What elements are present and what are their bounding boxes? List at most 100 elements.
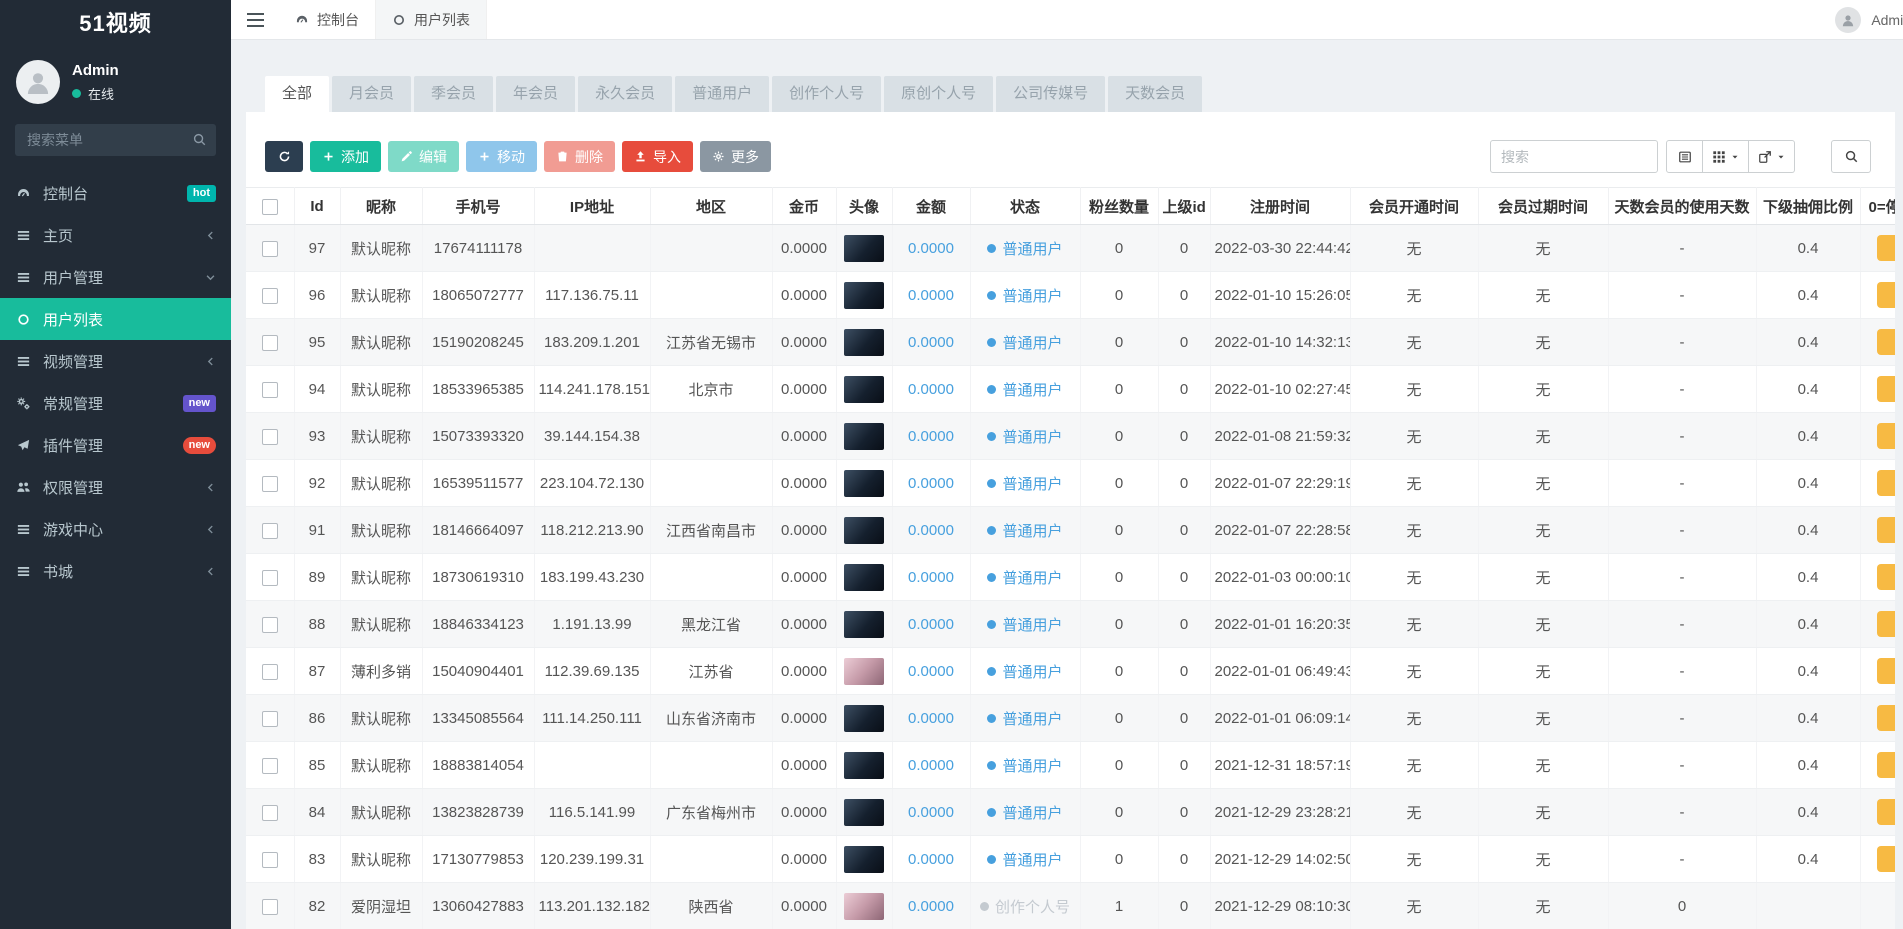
status-badge[interactable]: 普通用户	[987, 285, 1062, 306]
toggle-columns-button[interactable]	[1703, 140, 1749, 173]
row-checkbox[interactable]	[262, 382, 278, 398]
more-button[interactable]: 更多	[700, 141, 771, 172]
amount-link[interactable]: 0.0000	[908, 475, 954, 492]
amount-link[interactable]: 0.0000	[908, 757, 954, 774]
menu-search-input[interactable]	[15, 124, 216, 156]
tab-company-media[interactable]: 公司传媒号	[996, 76, 1105, 112]
amount-link[interactable]: 0.0000	[908, 287, 954, 304]
delete-button[interactable]: 删除	[544, 141, 615, 172]
sidebar-item-game-center[interactable]: 游戏中心	[0, 508, 231, 550]
tab-quarterly-member[interactable]: 季会员	[414, 76, 493, 112]
status-badge[interactable]: 普通用户	[987, 238, 1062, 259]
sidebar-item-general-management[interactable]: 常规管理 new	[0, 382, 231, 424]
row-checkbox[interactable]	[262, 335, 278, 351]
tab-original-personal[interactable]: 原创个人号	[884, 76, 993, 112]
status-badge[interactable]: 普通用户	[987, 755, 1062, 776]
row-checkbox[interactable]	[262, 664, 278, 680]
cell-reg_time: 2021-12-29 08:10:30	[1210, 883, 1350, 929]
row-checkbox[interactable]	[262, 617, 278, 633]
edit-button[interactable]: 编辑	[388, 141, 459, 172]
status-badge[interactable]: 普通用户	[987, 473, 1062, 494]
amount-link[interactable]: 0.0000	[908, 569, 954, 586]
row-checkbox[interactable]	[262, 711, 278, 727]
sidebar-item-video-management[interactable]: 视频管理	[0, 340, 231, 382]
amount-link[interactable]: 0.0000	[908, 428, 954, 445]
row-checkbox[interactable]	[262, 523, 278, 539]
amount-link[interactable]: 0.0000	[908, 851, 954, 868]
sidebar-item-home[interactable]: 主页	[0, 214, 231, 256]
status-badge[interactable]: 普通用户	[987, 661, 1062, 682]
status-badge[interactable]: 普通用户	[987, 849, 1062, 870]
tab-normal-user[interactable]: 普通用户	[675, 76, 769, 112]
row-checkbox[interactable]	[262, 241, 278, 257]
user-avatar-thumb	[844, 705, 884, 732]
row-flag-toggle[interactable]	[1877, 752, 1896, 778]
add-button[interactable]: 添加	[310, 141, 381, 172]
sidebar-item-dashboard[interactable]: 控制台 hot	[0, 172, 231, 214]
sidebar-item-user-list[interactable]: 用户列表	[0, 298, 231, 340]
col-reg_time: 注册时间	[1210, 188, 1350, 225]
toggle-detail-view-button[interactable]	[1666, 140, 1703, 173]
status-badge[interactable]: 普通用户	[987, 379, 1062, 400]
table-search-input[interactable]	[1490, 140, 1658, 173]
amount-link[interactable]: 0.0000	[908, 381, 954, 398]
import-button[interactable]: 导入	[622, 141, 693, 172]
row-flag-toggle[interactable]	[1877, 282, 1896, 308]
amount-link[interactable]: 0.0000	[908, 710, 954, 727]
row-checkbox[interactable]	[262, 758, 278, 774]
row-flag-toggle[interactable]	[1877, 658, 1896, 684]
row-flag-toggle[interactable]	[1877, 423, 1896, 449]
status-badge[interactable]: 创作个人号	[980, 896, 1070, 917]
status-badge[interactable]: 普通用户	[987, 426, 1062, 447]
tab-permanent-member[interactable]: 永久会员	[578, 76, 672, 112]
row-flag-toggle[interactable]	[1877, 376, 1896, 402]
row-checkbox[interactable]	[262, 805, 278, 821]
status-badge[interactable]: 普通用户	[987, 614, 1062, 635]
amount-link[interactable]: 0.0000	[908, 522, 954, 539]
sidebar-item-plugin-management[interactable]: 插件管理 new	[0, 424, 231, 466]
row-flag-toggle[interactable]	[1877, 799, 1896, 825]
tab-creator-personal[interactable]: 创作个人号	[772, 76, 881, 112]
sidebar-toggle-button[interactable]	[231, 0, 279, 39]
amount-link[interactable]: 0.0000	[908, 616, 954, 633]
amount-link[interactable]: 0.0000	[908, 334, 954, 351]
tab-days-member[interactable]: 天数会员	[1108, 76, 1202, 112]
tab-all[interactable]: 全部	[265, 76, 329, 112]
sidebar-item-user-management[interactable]: 用户管理	[0, 256, 231, 298]
status-badge[interactable]: 普通用户	[987, 802, 1062, 823]
amount-link[interactable]: 0.0000	[908, 240, 954, 257]
tab-monthly-member[interactable]: 月会员	[332, 76, 411, 112]
row-flag-toggle[interactable]	[1877, 329, 1896, 355]
table-search-button[interactable]	[1831, 140, 1871, 173]
sidebar-item-permission-management[interactable]: 权限管理	[0, 466, 231, 508]
row-checkbox[interactable]	[262, 570, 278, 586]
row-flag-toggle[interactable]	[1877, 846, 1896, 872]
move-button[interactable]: 移动	[466, 141, 537, 172]
row-flag-toggle[interactable]	[1877, 564, 1896, 590]
refresh-button[interactable]	[265, 141, 303, 172]
tab-yearly-member[interactable]: 年会员	[496, 76, 575, 112]
status-badge[interactable]: 普通用户	[987, 520, 1062, 541]
row-flag-toggle[interactable]	[1877, 705, 1896, 731]
status-badge[interactable]: 普通用户	[987, 567, 1062, 588]
row-checkbox[interactable]	[262, 288, 278, 304]
row-flag-toggle[interactable]	[1877, 517, 1896, 543]
row-flag-toggle[interactable]	[1877, 611, 1896, 637]
row-checkbox[interactable]	[262, 899, 278, 915]
amount-link[interactable]: 0.0000	[908, 898, 954, 915]
select-all-checkbox[interactable]	[262, 199, 278, 215]
export-button[interactable]	[1749, 140, 1795, 173]
amount-link[interactable]: 0.0000	[908, 663, 954, 680]
tab-user-list[interactable]: 用户列表	[376, 0, 487, 39]
amount-link[interactable]: 0.0000	[908, 804, 954, 821]
tab-console[interactable]: 控制台	[279, 0, 376, 39]
row-checkbox[interactable]	[262, 476, 278, 492]
row-flag-toggle[interactable]	[1877, 470, 1896, 496]
row-checkbox[interactable]	[262, 429, 278, 445]
status-badge[interactable]: 普通用户	[987, 708, 1062, 729]
row-flag-toggle[interactable]	[1877, 235, 1896, 261]
topbar-user[interactable]: Admin	[1835, 0, 1903, 39]
row-checkbox[interactable]	[262, 852, 278, 868]
status-badge[interactable]: 普通用户	[987, 332, 1062, 353]
sidebar-item-book-city[interactable]: 书城	[0, 550, 231, 592]
